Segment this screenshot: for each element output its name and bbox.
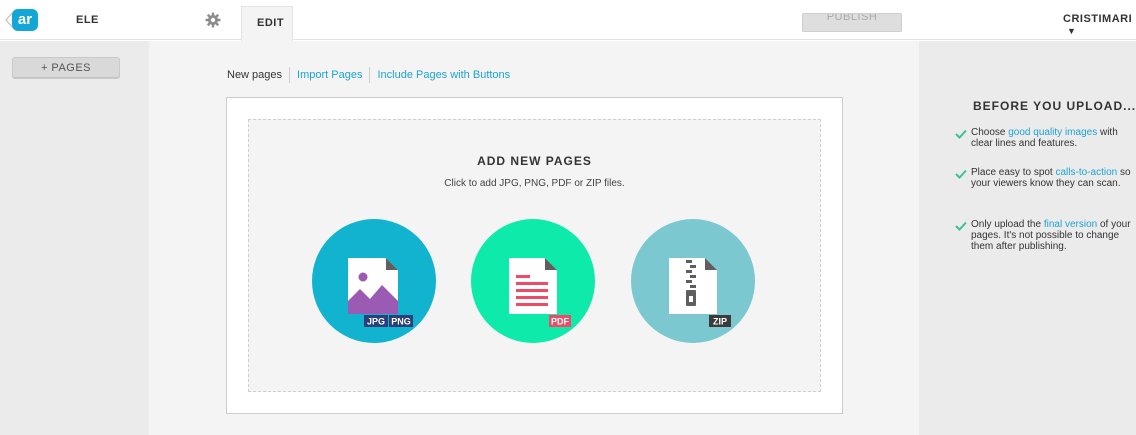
publish-button[interactable]: PUBLISH: [802, 13, 902, 32]
add-pages-button[interactable]: + PAGES: [12, 57, 120, 79]
caret-down-icon: ▼: [1067, 26, 1077, 36]
badge-zip: ZIP: [713, 317, 727, 327]
image-file-icon: JPG PNG: [348, 258, 413, 327]
app-logo[interactable]: ar: [12, 9, 38, 31]
dropzone-subtitle: Click to add JPG, PNG, PDF or ZIP files.: [444, 178, 625, 189]
checkmark-icon: [955, 221, 967, 231]
tab-edit[interactable]: EDIT: [241, 6, 293, 41]
add-pdf-files-button[interactable]: PDF: [471, 219, 595, 343]
tip-highlight: good quality images: [1008, 127, 1098, 138]
tip-text: Place easy to spot calls-to-action so yo…: [971, 167, 1131, 189]
upload-tips-panel: BEFORE YOU UPLOAD... Choose good quality…: [919, 41, 1136, 435]
tip-highlight: final version: [1043, 219, 1098, 230]
upload-dropzone[interactable]: ADD NEW PAGES Click to add JPG, PNG, PDF…: [248, 119, 821, 392]
gear-icon[interactable]: [205, 12, 221, 28]
badge-png: PNG: [391, 317, 411, 327]
main-content: New pages Import Pages Include Pages with …: [149, 41, 919, 435]
pages-sidebar: + PAGES: [0, 41, 149, 435]
add-image-files-button[interactable]: JPG PNG: [312, 219, 436, 343]
zip-file-icon: ZIP: [669, 258, 731, 327]
tip-text: Choose good quality images with clear li…: [971, 127, 1118, 149]
subnav-divider: [289, 67, 291, 83]
subnav-include-pages-with-buttons[interactable]: Include Pages with Buttons: [377, 69, 510, 81]
user-menu[interactable]: CRISTIMARI▼: [1063, 13, 1136, 37]
tip-highlight: calls-to-action: [1055, 167, 1118, 178]
user-name: CRISTIMARI: [1063, 13, 1133, 25]
checkmark-icon: [955, 129, 967, 139]
badge-pdf: PDF: [551, 317, 570, 327]
dropzone-title: ADD NEW PAGES: [477, 154, 592, 168]
project-name[interactable]: ELE: [76, 14, 99, 26]
tips-title: BEFORE YOU UPLOAD...: [973, 99, 1136, 113]
subnav-divider: [369, 67, 371, 83]
top-bar: ar ELE EDIT PUBLISH CRISTIMARI▼: [0, 0, 1136, 41]
add-zip-files-button[interactable]: ZIP: [631, 219, 755, 343]
subnav-import-pages[interactable]: Import Pages: [297, 69, 362, 81]
upload-card: ADD NEW PAGES Click to add JPG, PNG, PDF…: [226, 97, 843, 414]
badge-jpg: JPG: [367, 317, 385, 327]
tip-text: Only upload the final version of your pa…: [971, 219, 1131, 252]
checkmark-icon: [955, 169, 967, 179]
pdf-file-icon: PDF: [509, 258, 571, 327]
subnav: New pages Import Pages Include Pages with …: [227, 67, 510, 83]
subnav-new-pages[interactable]: New pages: [227, 69, 282, 81]
